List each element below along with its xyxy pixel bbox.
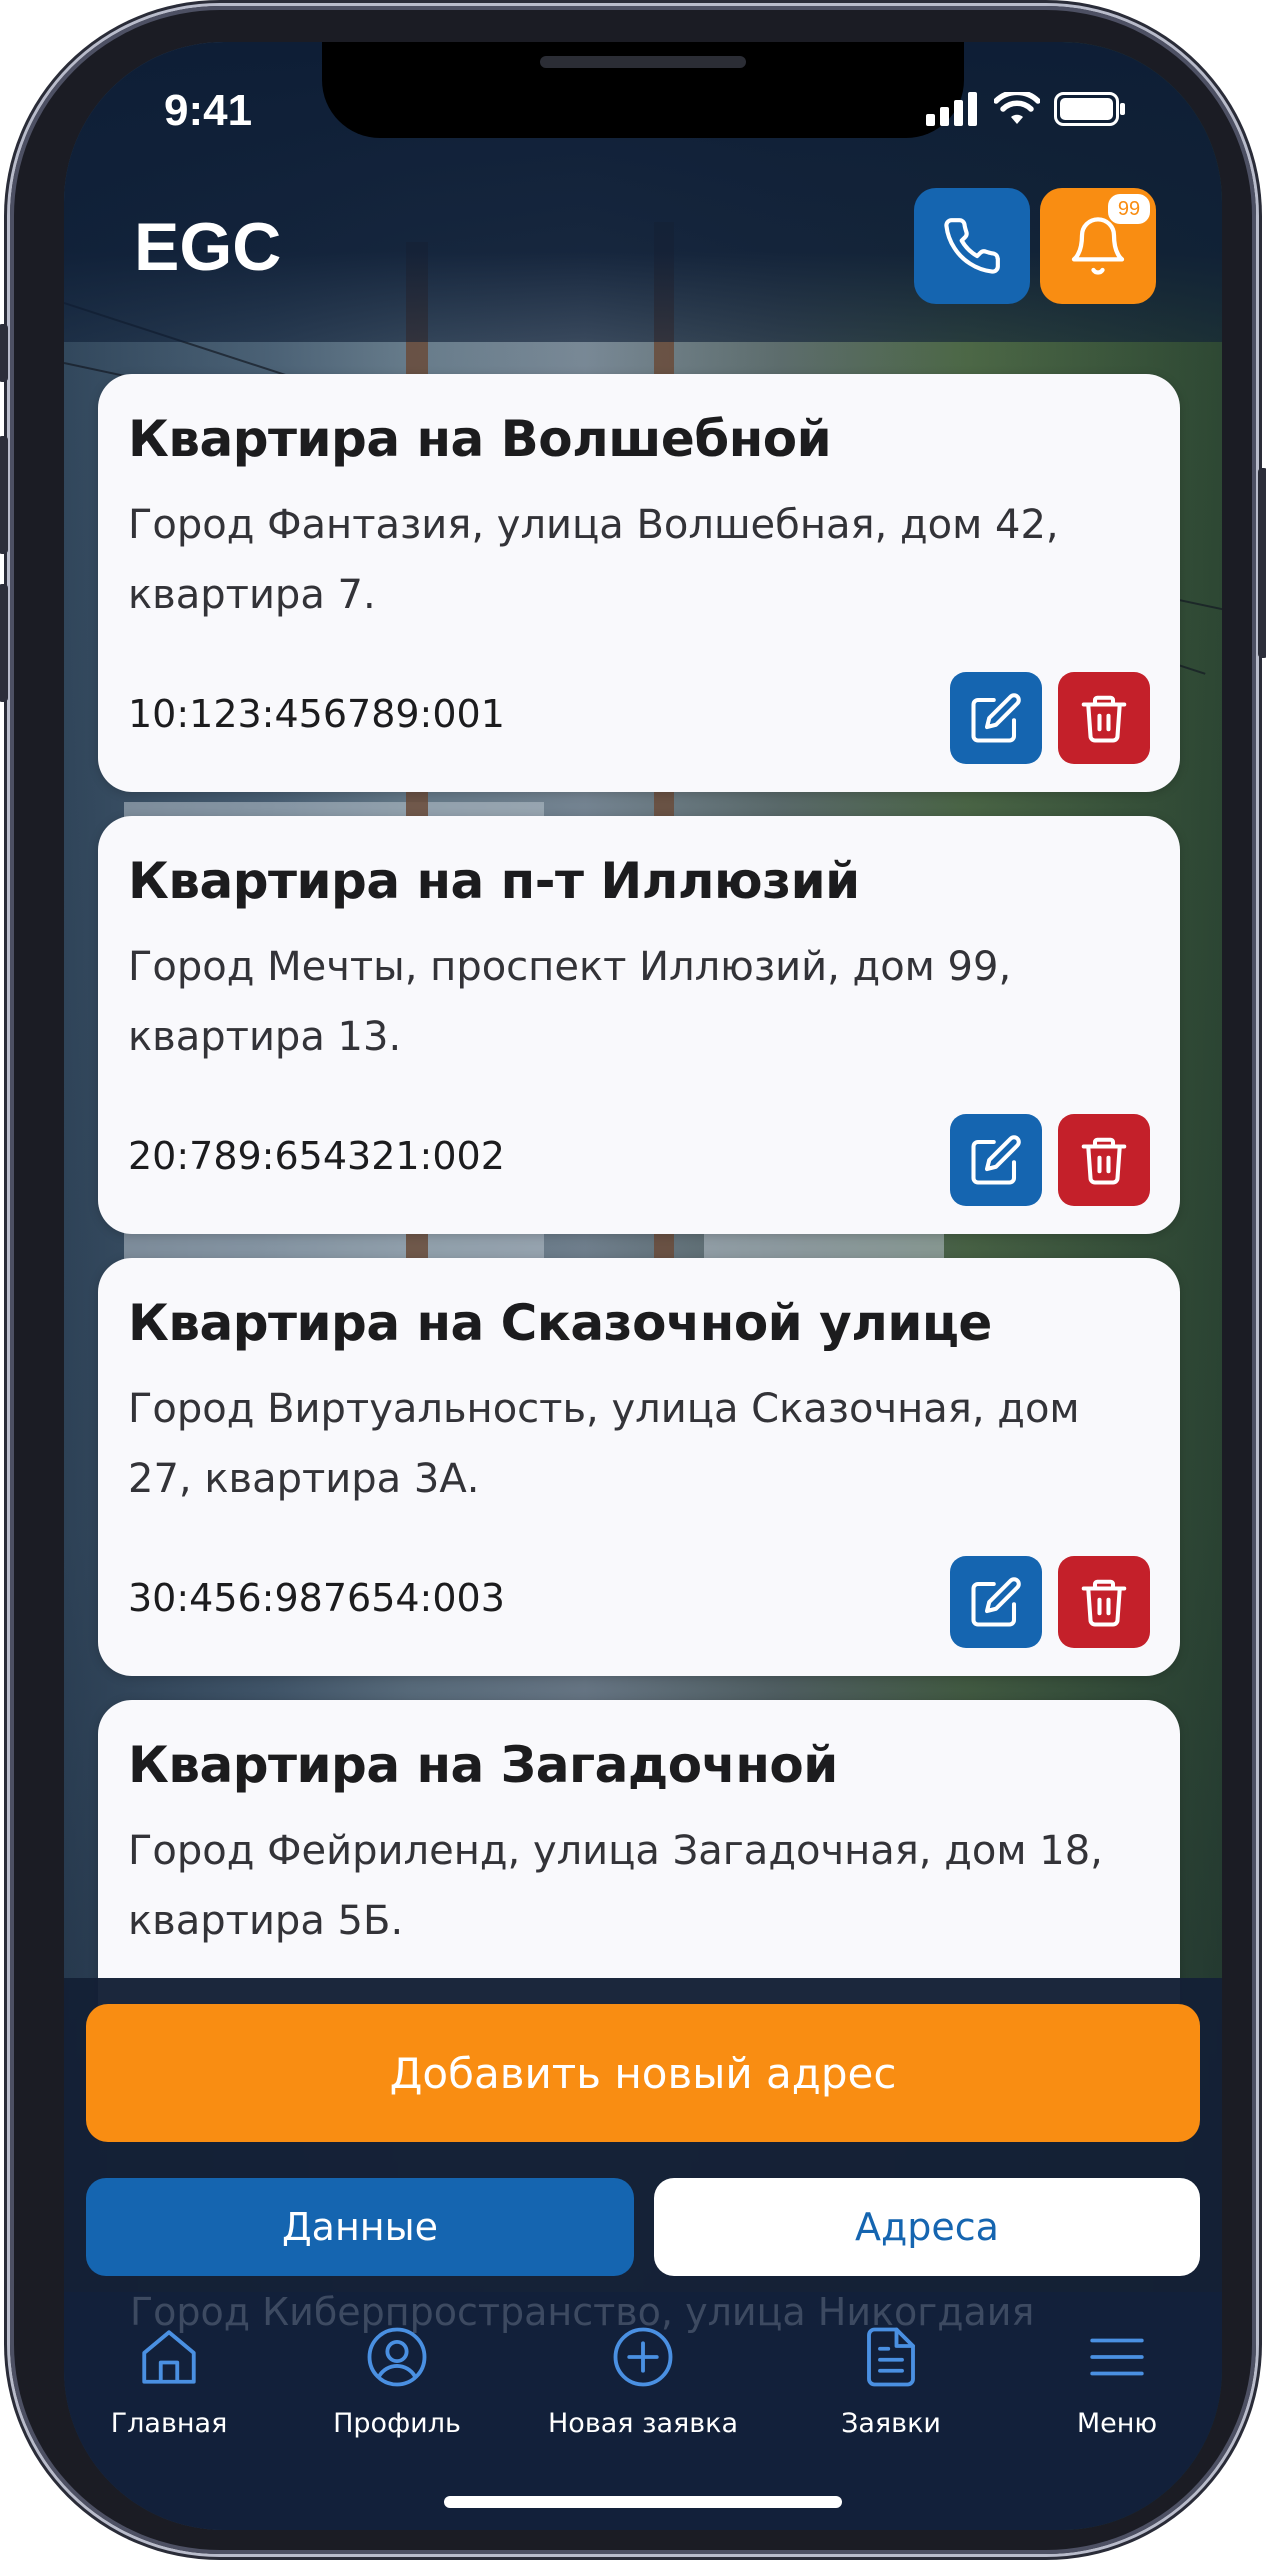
power-button bbox=[1258, 468, 1266, 658]
device-frame: 9:41 EGC 99 Квартира на Волшебной Город … bbox=[0, 6, 1266, 2554]
speaker bbox=[540, 56, 746, 68]
delete-button[interactable] bbox=[1058, 672, 1150, 764]
tab-home[interactable]: Главная bbox=[74, 2324, 264, 2439]
battery-icon bbox=[1054, 92, 1125, 126]
trash-icon bbox=[1081, 1137, 1127, 1185]
cadastral-number: 20:789:654321:002 bbox=[128, 1134, 505, 1178]
address-title: Квартира на Сказочной улице bbox=[128, 1294, 992, 1352]
document-icon bbox=[867, 2327, 915, 2387]
mute-switch bbox=[0, 324, 8, 382]
address-card[interactable]: Квартира на Волшебной Город Фантазия, ул… bbox=[98, 374, 1180, 792]
cadastral-number: 10:123:456789:001 bbox=[128, 692, 505, 736]
tab-data[interactable]: Данные bbox=[86, 2178, 634, 2276]
tab-menu[interactable]: Меню bbox=[1022, 2324, 1212, 2439]
signal-icon bbox=[926, 92, 977, 126]
edit-button[interactable] bbox=[950, 1114, 1042, 1206]
home-icon bbox=[142, 2330, 196, 2384]
menu-icon bbox=[1090, 2338, 1144, 2376]
wifi-icon bbox=[994, 92, 1040, 124]
address-card[interactable]: Квартира на п-т Иллюзий Город Мечты, про… bbox=[98, 816, 1180, 1234]
address-title: Квартира на п-т Иллюзий bbox=[128, 852, 860, 910]
address-title: Квартира на Загадочной bbox=[128, 1736, 838, 1794]
profile-icon bbox=[367, 2327, 427, 2387]
tab-label: Новая заявка bbox=[548, 2408, 739, 2439]
address-title: Квартира на Волшебной bbox=[128, 410, 832, 468]
trash-icon bbox=[1081, 1579, 1127, 1627]
tab-label: Профиль bbox=[333, 2408, 461, 2439]
edit-button[interactable] bbox=[950, 1556, 1042, 1648]
address-text: Город Фейриленд, улица Загадочная, дом 1… bbox=[128, 1828, 1103, 1944]
volume-up-button bbox=[0, 436, 8, 554]
notification-badge: 99 bbox=[1108, 194, 1150, 224]
address-text: Город Виртуальность, улица Сказочная, до… bbox=[128, 1386, 1080, 1502]
tab-label: Меню bbox=[1076, 2408, 1158, 2439]
delete-button[interactable] bbox=[1058, 1114, 1150, 1206]
add-address-button[interactable]: Добавить новый адрес bbox=[86, 2004, 1200, 2142]
notifications-button[interactable]: 99 bbox=[1040, 188, 1156, 304]
tab-label: Заявки bbox=[841, 2408, 941, 2439]
tab-requests[interactable]: Заявки bbox=[796, 2324, 986, 2439]
home-indicator bbox=[444, 2496, 842, 2508]
tab-addresses[interactable]: Адреса bbox=[654, 2178, 1200, 2276]
status-time: 9:41 bbox=[164, 86, 253, 135]
edit-icon bbox=[971, 693, 1021, 743]
address-card[interactable]: Квартира на Сказочной улице Город Виртуа… bbox=[98, 1258, 1180, 1676]
tab-label: Главная bbox=[110, 2408, 228, 2439]
status-icons bbox=[926, 92, 1126, 126]
tab-profile[interactable]: Профиль bbox=[302, 2324, 492, 2439]
delete-button[interactable] bbox=[1058, 1556, 1150, 1648]
address-text: Город Фантазия, улица Волшебная, дом 42,… bbox=[128, 502, 1059, 618]
edit-button[interactable] bbox=[950, 672, 1042, 764]
trash-icon bbox=[1081, 695, 1127, 743]
address-text: Город Мечты, проспект Иллюзий, дом 99, к… bbox=[128, 944, 1012, 1060]
edit-icon bbox=[971, 1577, 1021, 1627]
phone-icon bbox=[944, 218, 1000, 274]
call-button[interactable] bbox=[914, 188, 1030, 304]
app-title: EGC bbox=[134, 209, 282, 285]
cadastral-number: 30:456:987654:003 bbox=[128, 1576, 505, 1620]
edit-icon bbox=[971, 1135, 1021, 1185]
tab-new-request[interactable]: Новая заявка bbox=[548, 2324, 738, 2439]
volume-down-button bbox=[0, 584, 8, 702]
plus-circle-icon bbox=[613, 2327, 673, 2387]
screen: 9:41 EGC 99 Квартира на Волшебной Город … bbox=[64, 42, 1222, 2530]
